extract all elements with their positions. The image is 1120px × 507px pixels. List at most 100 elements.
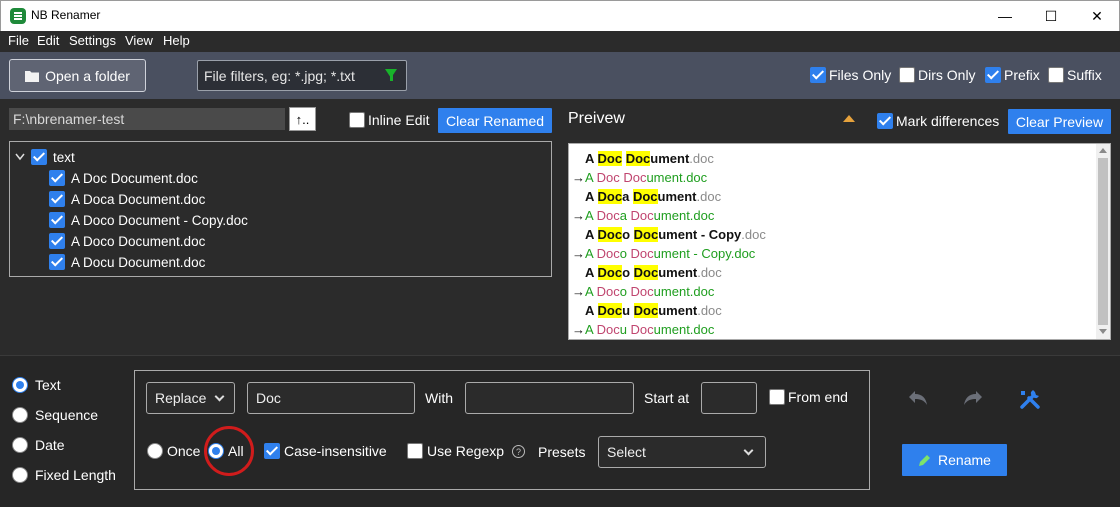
- scroll-up-icon[interactable]: [1099, 148, 1107, 153]
- menu-edit[interactable]: Edit: [37, 33, 59, 48]
- preview-renamed-row: →A Doco Document.doc: [572, 284, 715, 299]
- from-end-label: From end: [788, 389, 848, 405]
- rename-button[interactable]: Rename: [902, 444, 1007, 476]
- presets-select[interactable]: Select: [598, 436, 766, 468]
- replace-with-input[interactable]: [465, 382, 634, 414]
- file-checkbox[interactable]: [49, 254, 65, 270]
- menu-file[interactable]: File: [8, 33, 29, 48]
- start-at-label: Start at: [644, 390, 690, 406]
- mode-fixed-length-label: Fixed Length: [35, 467, 116, 483]
- tree-item[interactable]: A Doca Document.doc: [49, 189, 205, 209]
- suffix-checkbox[interactable]: [1048, 67, 1064, 83]
- highlight-annotation-circle: [204, 426, 254, 476]
- close-button[interactable]: ✕: [1074, 1, 1120, 31]
- maximize-button[interactable]: ☐: [1028, 1, 1074, 31]
- window-title: NB Renamer: [31, 8, 101, 22]
- undo-icon[interactable]: [907, 389, 929, 407]
- file-tree: text A Doc Document.doc A Doca Document.…: [9, 141, 552, 277]
- root-label: text: [53, 149, 75, 165]
- preview-original-row: A Doco Document - Copy.doc: [585, 227, 766, 242]
- tree-item[interactable]: A Docu Document.doc: [49, 252, 205, 272]
- chevron-down-icon: [743, 445, 754, 456]
- scroll-down-icon[interactable]: [1099, 329, 1107, 334]
- file-checkbox[interactable]: [49, 212, 65, 228]
- clear-renamed-button[interactable]: Clear Renamed: [438, 108, 552, 133]
- files-only-label: Files Only: [829, 67, 892, 83]
- case-insensitive-checkbox[interactable]: [264, 443, 280, 459]
- rename-label: Rename: [938, 452, 991, 468]
- find-input[interactable]: Doc: [247, 382, 415, 414]
- preview-original-row: A Doca Document.doc: [585, 189, 722, 204]
- file-checkbox[interactable]: [49, 191, 65, 207]
- tree-item[interactable]: A Doco Document - Copy.doc: [49, 210, 248, 230]
- menu-view[interactable]: View: [125, 33, 153, 48]
- mode-sequence-label: Sequence: [35, 407, 99, 423]
- file-name: A Doca Document.doc: [71, 191, 206, 207]
- clear-preview-button[interactable]: Clear Preview: [1008, 109, 1111, 134]
- tools-icon[interactable]: [1018, 387, 1042, 411]
- suffix-label: Suffix: [1067, 67, 1102, 83]
- open-folder-button[interactable]: Open a folder: [9, 59, 146, 92]
- app-icon: [10, 8, 26, 24]
- mark-differences-checkbox[interactable]: [877, 113, 893, 129]
- with-label: With: [425, 390, 453, 406]
- start-at-input[interactable]: [701, 382, 757, 414]
- redo-icon[interactable]: [962, 389, 984, 407]
- once-label: Once: [167, 443, 201, 459]
- scroll-thumb[interactable]: [1098, 158, 1108, 325]
- file-checkbox[interactable]: [49, 170, 65, 186]
- file-name: A Doc Document.doc: [71, 170, 198, 186]
- dirs-only-label: Dirs Only: [918, 67, 976, 83]
- preview-renamed-row: →A Docu Document.doc: [572, 322, 715, 337]
- root-checkbox[interactable]: [31, 149, 47, 165]
- menu-settings[interactable]: Settings: [69, 33, 116, 48]
- file-name: A Docu Document.doc: [71, 254, 206, 270]
- open-folder-label: Open a folder: [45, 67, 130, 84]
- preview-scrollbar[interactable]: [1096, 144, 1110, 339]
- preview-original-row: A Docu Document.doc: [585, 303, 722, 318]
- inline-edit-label: Inline Edit: [368, 112, 430, 128]
- mode-date-radio[interactable]: [12, 437, 28, 453]
- tree-root[interactable]: text: [15, 147, 75, 167]
- operation-select[interactable]: Replace: [146, 382, 235, 414]
- preview-title: Preivew: [568, 110, 625, 127]
- file-name: A Doco Document - Copy.doc: [71, 212, 248, 228]
- parent-folder-button[interactable]: ↑..: [289, 107, 316, 131]
- mode-text-label: Text: [35, 377, 61, 393]
- chevron-down-icon: [214, 391, 225, 402]
- minimize-button[interactable]: —: [982, 1, 1028, 31]
- presets-label: Presets: [538, 444, 586, 460]
- file-checkbox[interactable]: [49, 233, 65, 249]
- from-end-checkbox[interactable]: [769, 389, 785, 405]
- title-bar: NB Renamer — ☐ ✕: [0, 0, 1120, 31]
- use-regexp-checkbox[interactable]: [407, 443, 423, 459]
- mark-differences-label: Mark differences: [896, 113, 1000, 129]
- case-insensitive-label: Case-insensitive: [284, 443, 387, 459]
- dirs-only-checkbox[interactable]: [899, 67, 915, 83]
- files-only-checkbox[interactable]: [810, 67, 826, 83]
- tree-item[interactable]: A Doco Document.doc: [49, 231, 205, 251]
- mode-fixed-length-radio[interactable]: [12, 467, 28, 483]
- filter-funnel-icon[interactable]: [385, 69, 397, 81]
- collapse-up-icon[interactable]: [843, 115, 855, 122]
- menu-help[interactable]: Help: [163, 33, 190, 48]
- pencil-icon: [919, 455, 931, 466]
- folder-path-input[interactable]: [9, 108, 285, 130]
- tree-item[interactable]: A Doc Document.doc: [49, 168, 198, 188]
- help-icon[interactable]: ?: [512, 445, 525, 458]
- inline-edit-checkbox[interactable]: [349, 112, 365, 128]
- mode-text-radio[interactable]: [12, 377, 28, 393]
- preview-renamed-row: →A Doc Document.doc: [572, 170, 708, 185]
- preview-renamed-row: →A Doco Document - Copy.doc: [572, 246, 756, 261]
- prefix-label: Prefix: [1004, 67, 1040, 83]
- preview-original-row: A Doc Document.doc: [585, 151, 714, 166]
- folder-icon: [25, 70, 40, 82]
- expand-arrow-icon[interactable]: [15, 153, 25, 161]
- use-regexp-label: Use Regexp: [427, 443, 505, 459]
- once-radio[interactable]: [147, 443, 163, 459]
- prefix-checkbox[interactable]: [985, 67, 1001, 83]
- file-filter-input[interactable]: [197, 60, 407, 91]
- mode-sequence-radio[interactable]: [12, 407, 28, 423]
- preview-list: A Doc Document.doc →A Doc Document.doc A…: [568, 143, 1111, 340]
- menu-bar: File Edit Settings View Help: [0, 31, 1120, 52]
